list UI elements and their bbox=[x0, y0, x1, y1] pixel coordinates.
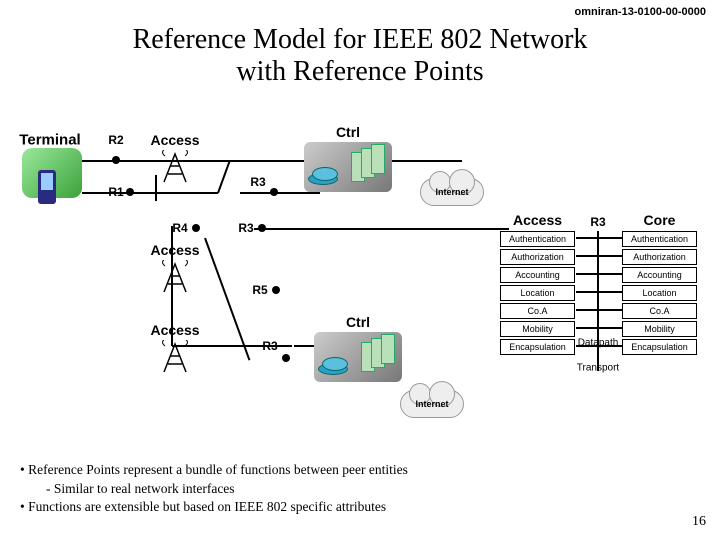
ref-r2-dot bbox=[112, 156, 120, 164]
phone-icon bbox=[38, 170, 56, 204]
internet-label-2: Internet bbox=[415, 399, 448, 409]
access-node-2: Access bbox=[140, 242, 210, 294]
ref-r4-dot bbox=[192, 224, 200, 232]
row-auth: Authentication bbox=[500, 231, 575, 247]
diagram: Terminal R2 R1 Access R3 Ctrl Internet R… bbox=[10, 130, 710, 430]
router-icon-2 bbox=[318, 363, 348, 375]
slide-title: Reference Model for IEEE 802 Network wit… bbox=[0, 24, 720, 88]
internet-cloud-1: Internet bbox=[420, 178, 484, 206]
terminal-label: Terminal bbox=[19, 132, 80, 149]
tower-icon-3 bbox=[162, 340, 188, 374]
doc-id: omniran-13-0100-00-0000 bbox=[575, 6, 706, 18]
ref-r3-label-a: R3 bbox=[250, 175, 265, 189]
ref-r3-dot-c bbox=[282, 354, 290, 362]
row-loc: Location bbox=[500, 285, 575, 301]
ctrl-label: Ctrl bbox=[300, 124, 396, 140]
access-col-header: Access bbox=[500, 212, 575, 228]
ref-r1-dot bbox=[126, 188, 134, 196]
ctrl-node-1: Ctrl bbox=[300, 126, 396, 190]
internet-cloud-2: Internet bbox=[400, 390, 464, 418]
ref-r4-label: R4 bbox=[172, 221, 187, 235]
router-icon bbox=[308, 173, 338, 185]
bullet-2: Functions are extensible but based on IE… bbox=[20, 498, 660, 516]
access-node-1: Access bbox=[140, 132, 210, 184]
datapath-label: Datapath bbox=[578, 338, 619, 349]
ref-r5-label: R5 bbox=[252, 283, 267, 297]
row-authz: Authorization bbox=[500, 249, 575, 265]
access-node-3: Access bbox=[140, 322, 210, 374]
bullet-1: Reference Points represent a bundle of f… bbox=[20, 461, 660, 479]
row-auth-c: Authentication bbox=[622, 231, 697, 247]
row-acct-c: Accounting bbox=[622, 267, 697, 283]
core-col-header: Core bbox=[622, 212, 697, 228]
bullet-1a: Similar to real network interfaces bbox=[20, 480, 660, 498]
core-entity-column: Core Authentication Authorization Accoun… bbox=[622, 212, 697, 357]
title-line-1: Reference Model for IEEE 802 Network bbox=[133, 24, 588, 55]
access-entity-column: Access Authentication Authorization Acco… bbox=[500, 212, 575, 357]
access-label-3: Access bbox=[140, 322, 210, 338]
ref-r3-label-c: R3 bbox=[262, 339, 277, 353]
row-acct: Accounting bbox=[500, 267, 575, 283]
ctrl-label-2: Ctrl bbox=[310, 314, 406, 330]
bullet-list: Reference Points represent a bundle of f… bbox=[20, 461, 660, 516]
ref-r5-dot bbox=[272, 286, 280, 294]
tower-icon-2 bbox=[162, 260, 188, 294]
row-mob-c: Mobility bbox=[622, 321, 697, 337]
transport-label: Transport bbox=[577, 363, 619, 374]
ctrl-node-2: Ctrl bbox=[310, 316, 406, 380]
access-label: Access bbox=[140, 132, 210, 148]
internet-label: Internet bbox=[435, 187, 468, 197]
access-label-2: Access bbox=[140, 242, 210, 258]
page-number: 16 bbox=[692, 514, 706, 530]
row-loc-c: Location bbox=[622, 285, 697, 301]
row-coa: Co.A bbox=[500, 303, 575, 319]
ref-r3-label-mid: R3 bbox=[590, 215, 605, 229]
ref-r1-label: R1 bbox=[108, 185, 123, 199]
title-line-2: with Reference Points bbox=[236, 56, 483, 87]
ref-r3-label-b: R3 bbox=[238, 221, 253, 235]
row-enc: Encapsulation bbox=[500, 339, 575, 355]
servers-icon-2 bbox=[361, 336, 403, 376]
row-authz-c: Authorization bbox=[622, 249, 697, 265]
ref-r3-dot-b bbox=[258, 224, 266, 232]
row-enc-c: Encapsulation bbox=[622, 339, 697, 355]
tower-icon bbox=[162, 150, 188, 184]
ref-r2-label: R2 bbox=[108, 133, 123, 147]
row-coa-c: Co.A bbox=[622, 303, 697, 319]
ref-r3-dot-a bbox=[270, 188, 278, 196]
servers-icon bbox=[351, 146, 393, 186]
row-mob: Mobility bbox=[500, 321, 575, 337]
